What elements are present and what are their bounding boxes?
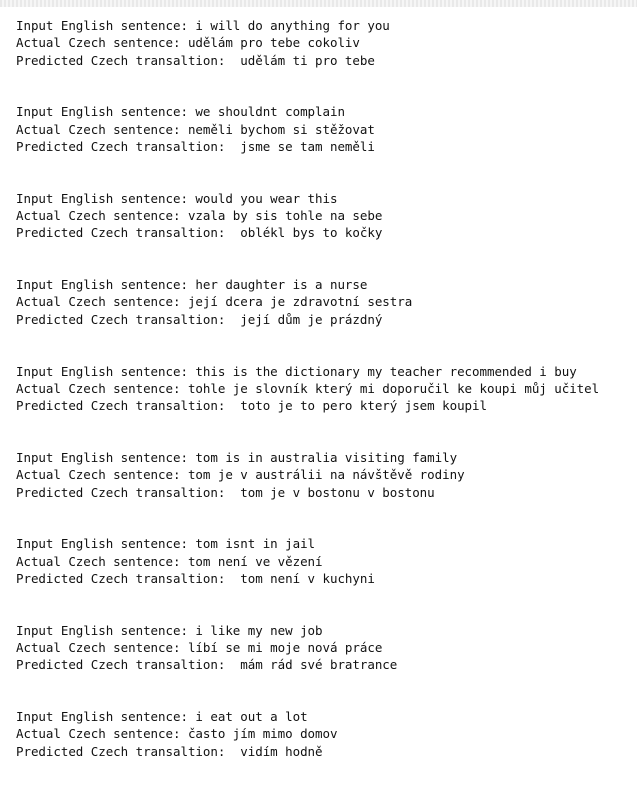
predicted-czech-translation: Predicted Czech transaltion: udělám ti p… <box>16 52 375 68</box>
predicted-czech-translation: Predicted Czech transaltion: tom je v bo… <box>16 484 435 500</box>
actual-czech-sentence: Actual Czech sentence: neměli bychom si … <box>16 121 375 137</box>
actual-czech-sentence: Actual Czech sentence: tom je v austráli… <box>16 467 465 483</box>
predicted-czech-translation: Predicted Czech transaltion: tom není v … <box>16 570 375 586</box>
translation-example: Input English sentence: i will do anythi… <box>16 17 634 69</box>
input-english-sentence: Input English sentence: we shouldnt comp… <box>16 104 345 120</box>
predicted-czech-translation: Predicted Czech transaltion: vidím hodně <box>16 743 323 759</box>
input-english-sentence: Input English sentence: i like my new jo… <box>16 622 323 638</box>
input-english-sentence: Input English sentence: tom isnt in jail <box>16 536 316 552</box>
actual-czech-sentence: Actual Czech sentence: její dcera je zdr… <box>16 294 413 310</box>
predicted-czech-translation: Predicted Czech transaltion: oblékl bys … <box>16 225 383 241</box>
input-english-sentence: Input English sentence: would you wear t… <box>16 190 338 206</box>
predicted-czech-translation: Predicted Czech transaltion: mám rád své… <box>16 657 398 673</box>
input-english-sentence: Input English sentence: her daughter is … <box>16 277 368 293</box>
translation-example: Input English sentence: tom isnt in jail… <box>16 535 634 587</box>
translation-example: Input English sentence: i like my new jo… <box>16 622 634 674</box>
input-english-sentence: Input English sentence: tom is in austra… <box>16 449 458 465</box>
translation-example: Input English sentence: this is the dict… <box>16 363 634 415</box>
translation-example: Input English sentence: tom is in austra… <box>16 449 634 501</box>
output-top-edge <box>0 0 637 7</box>
actual-czech-sentence: Actual Czech sentence: vzala by sis tohl… <box>16 208 383 224</box>
actual-czech-sentence: Actual Czech sentence: tom není ve vězen… <box>16 553 323 569</box>
input-english-sentence: Input English sentence: this is the dict… <box>16 363 577 379</box>
predicted-czech-translation: Predicted Czech transaltion: jsme se tam… <box>16 138 375 154</box>
input-english-sentence: Input English sentence: i eat out a lot <box>16 709 308 725</box>
actual-czech-sentence: Actual Czech sentence: často jím mimo do… <box>16 726 338 742</box>
predicted-czech-translation: Predicted Czech transaltion: její dům je… <box>16 311 383 327</box>
predicted-czech-translation: Predicted Czech transaltion: toto je to … <box>16 398 487 414</box>
translation-example: Input English sentence: would you wear t… <box>16 190 634 242</box>
notebook-output-area: Input English sentence: i will do anythi… <box>16 17 634 795</box>
actual-czech-sentence: Actual Czech sentence: tohle je slovník … <box>16 380 600 396</box>
translation-example: Input English sentence: her daughter is … <box>16 276 634 328</box>
input-english-sentence: Input English sentence: i will do anythi… <box>16 18 390 33</box>
translation-example: Input English sentence: i eat out a lot … <box>16 708 634 760</box>
translation-example: Input English sentence: we shouldnt comp… <box>16 103 634 155</box>
actual-czech-sentence: Actual Czech sentence: líbí se mi moje n… <box>16 640 383 656</box>
actual-czech-sentence: Actual Czech sentence: udělám pro tebe c… <box>16 35 360 51</box>
